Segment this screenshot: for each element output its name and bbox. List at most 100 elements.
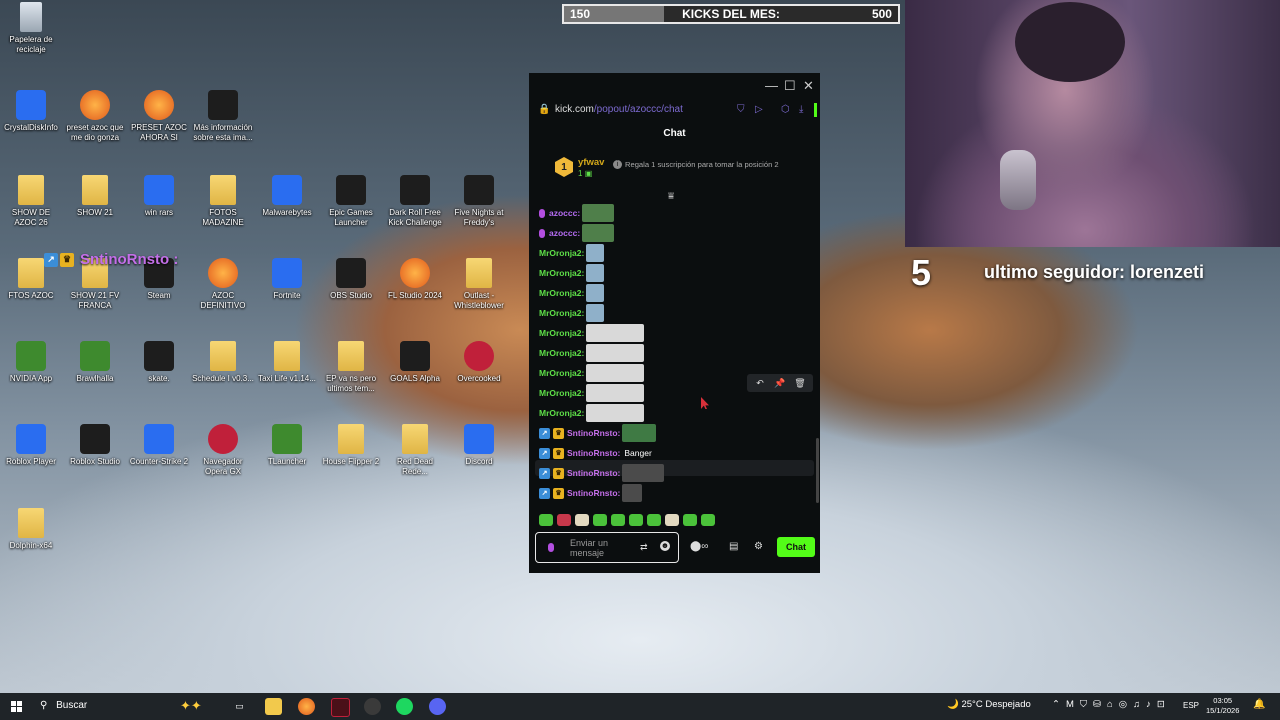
- chat-emote-image[interactable]: [622, 424, 657, 442]
- chat-input[interactable]: Enviar un mensaje ⇄ ☻: [535, 532, 679, 563]
- chat-message[interactable]: ↗ ♛ SntinoRnsto: Banger: [539, 443, 652, 463]
- emote-icon[interactable]: [701, 514, 715, 526]
- desktop-icon[interactable]: Epic Games Launcher: [320, 175, 382, 227]
- chat-emote-image[interactable]: [586, 344, 645, 362]
- close-icon[interactable]: ✕: [803, 78, 814, 94]
- desktop-icon[interactable]: Roblox Player: [0, 424, 62, 467]
- chat-username[interactable]: azoccc:: [549, 228, 580, 238]
- desktop-icon[interactable]: OBS Studio: [320, 258, 382, 301]
- copilot-sparkle-icon[interactable]: ✦✦: [180, 698, 202, 714]
- file-explorer-icon[interactable]: [265, 698, 282, 715]
- desktop-icon[interactable]: SHOW 21: [64, 175, 126, 218]
- emote-icon[interactable]: [647, 514, 661, 526]
- translate-icon[interactable]: ⇄: [640, 542, 648, 553]
- delete-icon[interactable]: 🗑: [791, 376, 809, 390]
- download-icon[interactable]: ⤓: [799, 104, 803, 115]
- desktop-icon[interactable]: SHOW DE AZOC 26: [0, 175, 62, 227]
- emoji-icon[interactable]: ☻: [660, 541, 670, 551]
- desktop-icon[interactable]: preset azoc que me dio gonza: [64, 90, 126, 142]
- language-indicator[interactable]: ESP: [1183, 701, 1199, 710]
- chat-username[interactable]: MrOronja2:: [539, 308, 584, 318]
- chat-username[interactable]: SntinoRnsto:: [567, 428, 620, 438]
- desktop-icon[interactable]: win rars: [128, 175, 190, 218]
- chat-message[interactable]: MrOronja2:: [539, 263, 605, 283]
- maximize-icon[interactable]: ☐: [784, 78, 796, 94]
- pin-icon[interactable]: 📌: [771, 376, 789, 390]
- chat-message[interactable]: MrOronja2:: [539, 323, 645, 343]
- desktop-icon[interactable]: CrystalDiskInfo: [0, 90, 62, 133]
- emote-icon[interactable]: [629, 514, 643, 526]
- desktop-icon[interactable]: Dolphin-x64: [0, 508, 62, 551]
- desktop-icon[interactable]: House Flipper 2: [320, 424, 382, 467]
- desktop-icon[interactable]: AZOC DEFINITIVO: [192, 258, 254, 310]
- chat-emote-image[interactable]: [586, 304, 605, 322]
- desktop-icon[interactable]: Más información sobre esta ima...: [192, 90, 254, 142]
- desktop-icon[interactable]: TLauncher: [256, 424, 318, 467]
- discord-icon[interactable]: [429, 698, 446, 715]
- desktop-icon[interactable]: EP va ns pero ultimos tem...: [320, 341, 382, 393]
- chat-emote-image[interactable]: [586, 404, 645, 422]
- chat-username[interactable]: MrOronja2:: [539, 348, 584, 358]
- desktop-icon[interactable]: Dark Roll Free Kick Challenge: [384, 175, 446, 227]
- desktop-icon[interactable]: Discord: [448, 424, 510, 467]
- chat-emote-image[interactable]: [586, 244, 605, 262]
- desktop-icon[interactable]: Taxi Life v1.14...: [256, 341, 318, 384]
- chat-emote-image[interactable]: [586, 384, 645, 402]
- chat-message[interactable]: MrOronja2:: [539, 383, 645, 403]
- chat-message[interactable]: azoccc:: [539, 223, 615, 243]
- start-button[interactable]: [11, 701, 22, 712]
- obs-icon[interactable]: [364, 698, 381, 715]
- desktop-icon[interactable]: FOTOS MADAZINE: [192, 175, 254, 227]
- desktop-icon[interactable]: Fortnite: [256, 258, 318, 301]
- chat-message[interactable]: MrOronja2:: [539, 243, 605, 263]
- chat-emote-image[interactable]: [586, 324, 645, 342]
- fl-studio-icon[interactable]: [298, 698, 315, 715]
- chat-message[interactable]: MrOronja2:: [539, 363, 645, 383]
- desktop-icon[interactable]: Red Dead Rede...: [384, 424, 446, 476]
- chat-emote-image[interactable]: [586, 284, 605, 302]
- chat-emote-image[interactable]: [582, 204, 615, 222]
- reply-icon[interactable]: ↶: [751, 376, 769, 390]
- mic-icon[interactable]: [548, 543, 554, 552]
- desktop-icon[interactable]: Papelera de reciclaje: [0, 2, 62, 54]
- chat-message[interactable]: MrOronja2:: [539, 283, 605, 303]
- extension-icon[interactable]: ⬡: [781, 104, 790, 115]
- desktop-icon[interactable]: Malwarebytes: [256, 175, 318, 218]
- chat-emote-image[interactable]: [582, 224, 615, 242]
- desktop-icon[interactable]: Overcooked: [448, 341, 510, 384]
- desktop-icon[interactable]: Outlast - Whistleblower: [448, 258, 510, 310]
- send-chat-button[interactable]: Chat: [777, 537, 815, 557]
- points-icon[interactable]: ⬤∞: [690, 541, 708, 552]
- desktop-icon[interactable]: Brawlhalla: [64, 341, 126, 384]
- settings-icon[interactable]: ⚙: [754, 541, 763, 552]
- chat-username[interactable]: SntinoRnsto:: [567, 488, 620, 498]
- address-bar[interactable]: kick.com/popout/azoccc/chat: [555, 104, 683, 115]
- opera-gx-icon[interactable]: [331, 698, 350, 717]
- emote-icon[interactable]: [611, 514, 625, 526]
- chat-message[interactable]: MrOronja2:: [539, 403, 645, 423]
- emote-icon[interactable]: [665, 514, 679, 526]
- filter-icon[interactable]: ⩸: [668, 191, 674, 202]
- chat-message[interactable]: MrOronja2:: [539, 343, 645, 363]
- chat-emote-image[interactable]: [622, 464, 665, 482]
- chat-username[interactable]: MrOronja2:: [539, 388, 584, 398]
- pinned-username[interactable]: yfwav: [578, 157, 604, 168]
- emote-icon[interactable]: [575, 514, 589, 526]
- desktop-icon[interactable]: Five Nights at Freddy's: [448, 175, 510, 227]
- chat-message[interactable]: ↗ ♛ SntinoRnsto:: [539, 483, 643, 503]
- system-tray-icons[interactable]: ⌃M⛉⛁⌂◎♫♪⊡: [1052, 699, 1171, 710]
- desktop-icon[interactable]: Schedule I v0.3...: [192, 341, 254, 384]
- chat-username[interactable]: SntinoRnsto:: [567, 448, 620, 458]
- chat-username[interactable]: SntinoRnsto:: [567, 468, 620, 478]
- desktop-icon[interactable]: Navegador Opera GX: [192, 424, 254, 476]
- notifications-icon[interactable]: 🔔: [1253, 699, 1265, 710]
- chat-message[interactable]: ↗ ♛ SntinoRnsto:: [539, 463, 665, 483]
- chat-message[interactable]: MrOronja2:: [539, 303, 605, 323]
- chat-scrollbar[interactable]: [816, 438, 819, 503]
- task-view-icon[interactable]: ▭: [231, 698, 248, 715]
- chat-username[interactable]: MrOronja2:: [539, 408, 584, 418]
- minimize-icon[interactable]: —: [765, 78, 778, 93]
- desktop-icon[interactable]: Counter-Strike 2: [128, 424, 190, 467]
- spotify-icon[interactable]: [396, 698, 413, 715]
- emote-icon[interactable]: [683, 514, 697, 526]
